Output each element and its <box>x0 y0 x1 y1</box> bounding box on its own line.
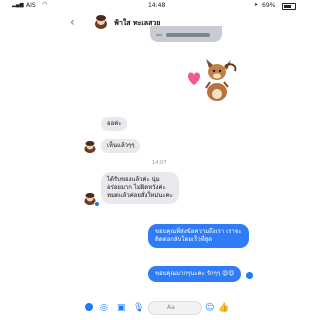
more-dot-icon[interactable] <box>85 303 93 311</box>
camera-icon[interactable]: ◎ <box>100 303 108 313</box>
back-chevron-icon[interactable]: ‹ <box>70 16 75 28</box>
sender-avatar <box>83 139 97 153</box>
shared-image[interactable] <box>150 26 222 42</box>
sent-check-icon <box>246 272 253 279</box>
online-dot <box>94 201 100 207</box>
contact-avatar[interactable] <box>93 14 109 30</box>
wifi-icon: ◠ <box>42 1 48 8</box>
signal-icon: ▂▄▆ <box>12 2 24 8</box>
composer-bar: ◎ ▣ 🎙 Aa ☺ 👍 <box>0 298 320 320</box>
mic-icon[interactable]: 🎙 <box>133 303 144 313</box>
message-line: หมดแล้วค่อยสั่งใหม่นะคะ <box>107 192 173 199</box>
emoji-icon[interactable]: ☺ <box>205 303 214 313</box>
message-line: อร่อยมาก ไม่ผิดหวังค่ะ <box>107 184 166 191</box>
message-line: ติดต่อกลับโดยเร็วที่สุด <box>155 236 213 243</box>
input-placeholder: Aa <box>167 304 175 311</box>
message-list: ออค่ะ เห็นแล้วๆๆ 14:07 ได้รับของแล้วค่ะ … <box>0 26 320 304</box>
outgoing-message-multiline: ขอบคุณที่ส่งข้อความถึงเรา เราจะ ติดต่อกล… <box>148 224 249 248</box>
battery-icon <box>282 3 296 10</box>
message-input[interactable]: Aa <box>148 301 202 315</box>
message-line: ขอบคุณที่ส่งข้อความถึงเรา เราจะ <box>155 228 242 235</box>
status-bar: ▂▄▆ AIS ◠ 14:48 ➤ 69% <box>0 0 320 12</box>
message-line: ได้รับของแล้วค่ะ นุ่ม <box>107 176 160 183</box>
photo-icon[interactable]: ▣ <box>117 303 126 313</box>
clock: 14:48 <box>148 2 166 9</box>
battery-percent: 69% <box>262 2 276 9</box>
incoming-message: ออค่ะ <box>101 117 128 131</box>
seen-avatar <box>253 244 259 250</box>
incoming-message: เห็นแล้วๆๆ <box>101 139 141 153</box>
outgoing-message: ขอบคุณมากๆนะคะ รักๆๆ 😍😍 <box>148 266 242 282</box>
cat-heart-sticker[interactable] <box>180 54 240 106</box>
like-icon[interactable]: 👍 <box>218 303 229 313</box>
message-timestamp: 14:07 <box>152 160 167 166</box>
incoming-message-multiline: ได้รับของแล้วค่ะ นุ่ม อร่อยมาก ไม่ผิดหวั… <box>101 172 179 204</box>
carrier-label: AIS <box>26 2 36 9</box>
location-icon: ➤ <box>254 2 259 8</box>
